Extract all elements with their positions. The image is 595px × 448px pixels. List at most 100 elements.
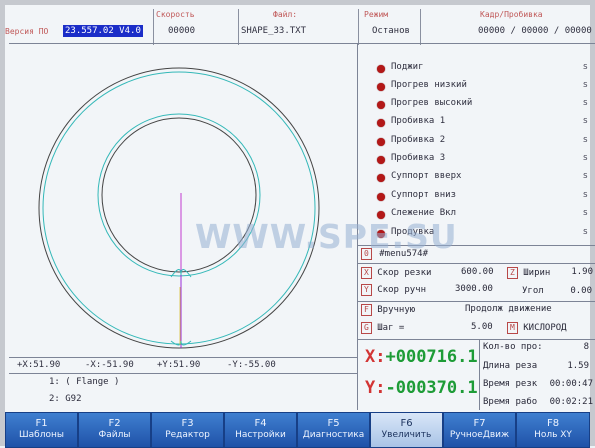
f8-zero-xy-button[interactable]: F8 Ноль XY [516,412,590,448]
lamp-label: Пробивка 2 [391,135,446,145]
gas-row[interactable]: M КИСЛОРОД [507,322,593,336]
manual-speed-key: Y [361,284,372,296]
fkey-code: F1 [35,418,48,429]
f5-diagnostics-button[interactable]: F5 Диагностика [297,412,370,448]
lamp-state: s [582,227,588,237]
lamp-row: Суппорт вниз s [377,189,592,207]
lamp-row: Прогрев высокий s [377,97,592,115]
fkey-code: F8 [546,418,560,429]
f6-zoom-button[interactable]: F6 Увеличить [370,412,443,448]
lamp-label: Прогрев низкий [391,80,467,90]
fkey-code: F3 [181,418,194,429]
f4-settings-button[interactable]: F4 Настройки [224,412,297,448]
fkey-label: Увеличить [381,430,432,440]
f2-files-button[interactable]: F2 Файлы [78,412,151,448]
lamp-indicator-icon [377,65,385,73]
fkey-label: Ноль XY [534,430,572,440]
speeds-bottom-line [357,301,595,302]
header-divider [9,43,595,44]
version-value: 23.557.02 V4.0 [63,25,143,37]
stat-count: Кол-во про: 8 [483,342,593,352]
coords-divider [479,339,480,410]
pierce-arc-bottom-right [180,340,192,346]
extent-xmin: -X:-51.90 [85,360,134,370]
mode-value: Останов [372,26,410,36]
lamp-state: s [582,98,588,108]
file-value: SHAPE_33.TXT [241,26,307,36]
mode-panel: Режим Останов [358,9,421,45]
lamp-row: Пробивка 2 s [377,134,592,152]
cut-speed-value: 600.00 [461,267,494,277]
lamp-indicator-icon [377,101,385,109]
lamp-row: Прогрев низкий s [377,79,592,97]
width-key: Z [507,267,518,279]
manual-mode-row[interactable]: F Вручную Продолж движение [361,304,593,318]
stat-length: Длина реза 1.59 [483,361,593,371]
cut-speed-row[interactable]: X Скор резки 600.00 [361,267,511,281]
lamp-indicator-icon [377,119,385,127]
extents-bottom-line [9,373,357,374]
version-caption: Версия ПО [5,27,49,36]
inner-kerf [97,113,261,277]
fkey-code: F4 [254,418,267,429]
lamp-state: s [582,190,588,200]
inner-contour [101,117,257,273]
gas-label: КИСЛОРОД [523,323,567,333]
lamp-row: Слежение Вкл s [377,207,592,225]
fkey-label: Диагностика [302,430,365,440]
extents-top-line [9,357,357,358]
x-coordinate-value: +000716.1 [385,347,478,367]
stat-cut-time-value: 00:00:47 [549,379,593,389]
lamp-state: s [582,135,588,145]
f1-templates-button[interactable]: F1 Шаблоны [5,412,78,448]
fkey-code: F5 [327,418,340,429]
speed-value: 00000 [168,26,196,36]
width-label: Ширин [523,268,551,278]
lamp-indicator-icon [377,211,385,219]
fkey-label: Редактор [165,430,210,440]
extent-ymax: +Y:51.90 [157,360,201,370]
stat-count-label: Кол-во про: [483,342,543,352]
lamp-indicator-icon [377,230,385,238]
lamp-label: Пробивка 1 [391,116,446,126]
program-line: 1: ( Flange ) [49,377,120,387]
y-coordinate: Y:-000370.1 [365,378,478,398]
f3-editor-button[interactable]: F3 Редактор [151,412,224,448]
stat-length-label: Длина реза [483,361,538,371]
lamp-state: s [582,153,588,163]
stat-work-time-value: 00:02:21 [549,397,593,407]
angle-row: Угол 0.00 [520,286,592,300]
fkey-code: F6 [400,418,413,429]
menu-top-line [357,245,595,246]
toolpath-canvas[interactable] [9,45,357,357]
lamp-indicator-icon [377,174,385,182]
f7-manual-move-button[interactable]: F7 РучноеДвиж [443,412,516,448]
manual-speed-row[interactable]: Y Скор ручн 3000.00 [361,284,511,298]
lamp-row: Пробивка 3 s [377,152,592,170]
outer-kerf [42,71,316,345]
manual-speed-label: Скор ручн [377,285,427,295]
lamp-state: s [582,208,588,218]
menu-bottom-line [357,263,595,264]
x-axis-label: X: [365,347,386,367]
lamp-state: s [582,62,588,72]
program-line: 2: G92 [49,394,82,404]
lamp-label: Пробивка 3 [391,153,446,163]
lamp-row: Пробивка 1 s [377,115,592,133]
menu-key-badge: 0 [361,248,372,260]
fkey-label: РучноеДвиж [449,430,510,440]
cut-speed-key: X [361,267,372,279]
step-row[interactable]: G Шаг = 5.00 [361,322,511,336]
stat-work-time-label: Время рабо [483,397,538,407]
lamp-row: Поджиг s [377,61,592,79]
angle-label: Угол [522,286,544,296]
menu-row[interactable]: 0 #menu574# [361,248,591,262]
manual-mode-key: F [361,304,372,316]
fkey-code: F2 [108,418,121,429]
width-row[interactable]: Z Ширин 1.90 [507,267,593,281]
fkey-label: Настройки [235,430,286,440]
stat-cut-time: Время резк 00:00:47 [483,379,593,389]
speed-panel: Скорость 00000 [153,9,239,45]
program-listing[interactable]: 1: ( Flange ) 2: G92 [35,376,345,410]
speed-caption: Скорость [156,10,195,19]
